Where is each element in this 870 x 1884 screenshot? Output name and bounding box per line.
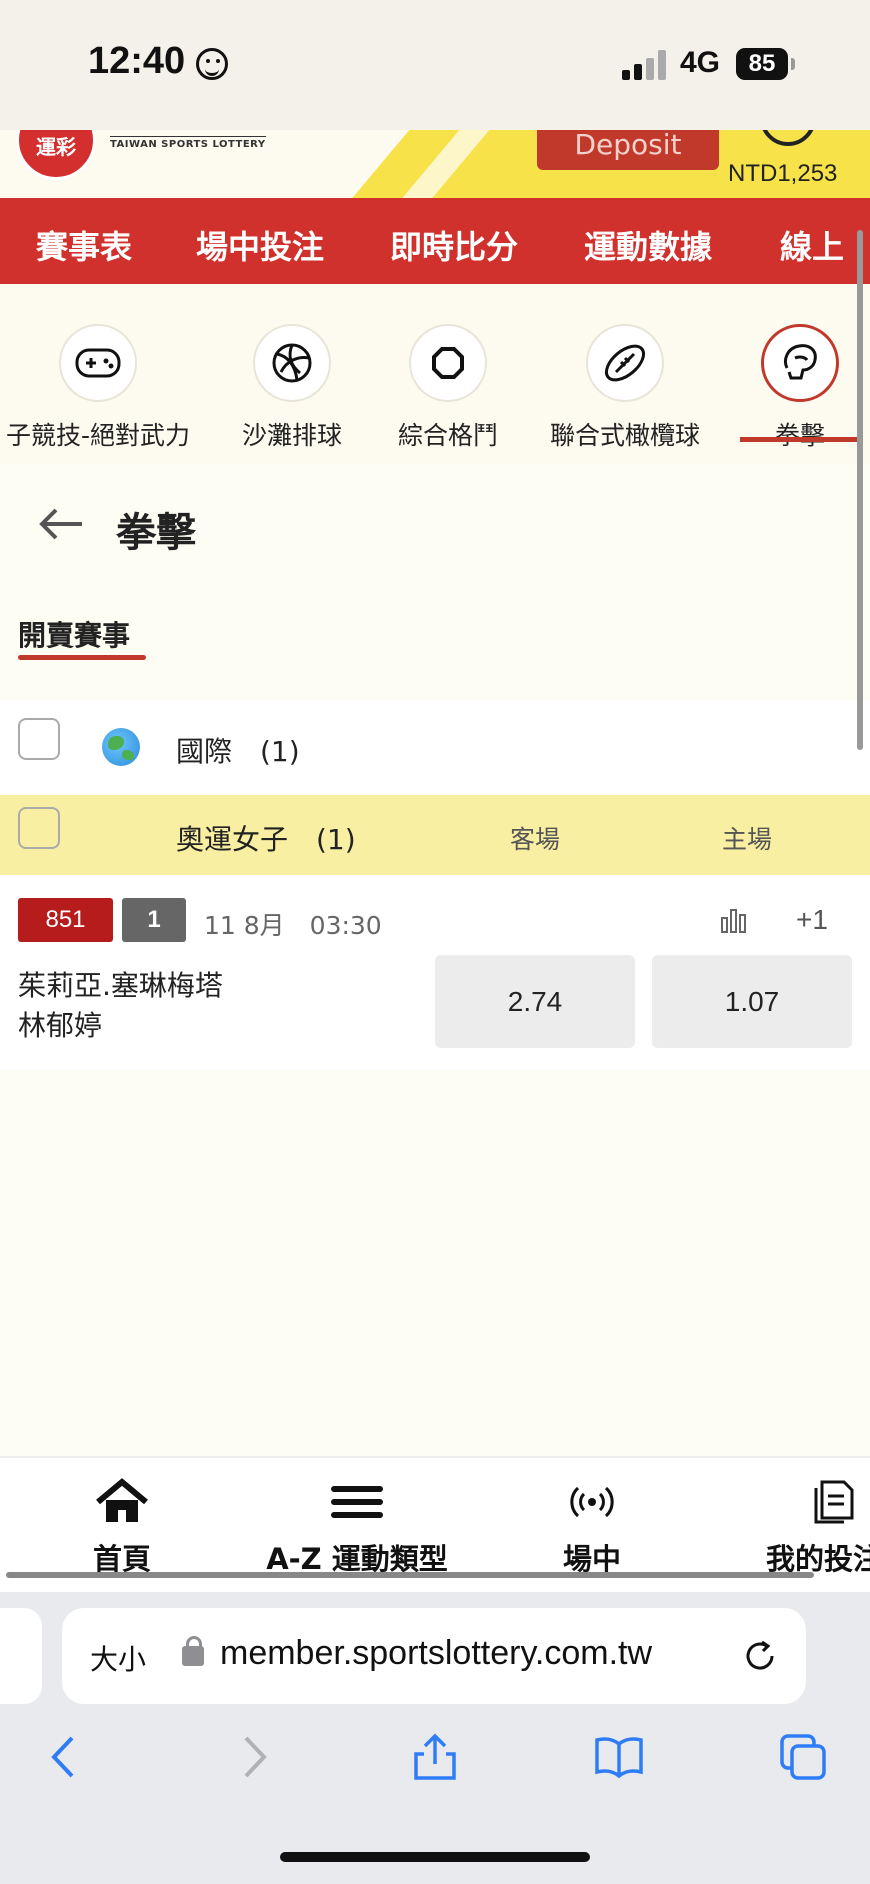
network-type: 4G [680, 46, 721, 79]
menu-icon [331, 1486, 383, 1518]
category-esports[interactable]: 子競技-絕對武力 [0, 324, 198, 452]
match-datetime: 11 8月 03:30 [204, 911, 382, 940]
battery-icon: 85 [736, 48, 788, 80]
nav-item-sports-data[interactable]: 運動數據 [584, 222, 712, 268]
share-icon[interactable] [410, 1732, 460, 1782]
gamepad-icon [59, 324, 137, 402]
active-category-indicator [740, 437, 860, 442]
volleyball-icon [253, 324, 331, 402]
region-checkbox[interactable] [18, 718, 60, 760]
account-balance: NTD1,253 [728, 160, 838, 187]
more-markets-link[interactable]: +1 [796, 904, 828, 936]
previous-tab-edge[interactable] [0, 1608, 42, 1704]
category-beach-volleyball[interactable]: 沙灘排球 [232, 324, 352, 452]
smiley-icon [196, 48, 228, 80]
league-checkbox[interactable] [18, 807, 60, 849]
stats-icon[interactable] [720, 906, 748, 934]
nav-item-online[interactable]: 線上 [780, 222, 844, 268]
league-label: 奧運女子 (1) [176, 823, 356, 856]
status-time: 12:40 [88, 40, 186, 82]
site-header: 運彩 TAIWAN SPORTS LOTTERY Deposit NTD1,25… [0, 130, 870, 198]
forward-icon[interactable] [228, 1732, 278, 1782]
back-icon[interactable] [40, 1732, 90, 1782]
odds-button-home[interactable]: 1.07 [652, 955, 852, 1048]
active-tab-indicator [18, 655, 146, 660]
column-home: 主場 [722, 825, 773, 854]
team-away-name: 茱莉亞.塞琳梅塔 [18, 969, 223, 1002]
category-rugby-union[interactable]: 聯合式橄欖球 [540, 324, 710, 452]
main-nav: 賽事表 場中投注 即時比分 運動數據 線上 [0, 198, 870, 284]
lock-icon [182, 1636, 204, 1666]
nav-item-schedule[interactable]: 賽事表 [36, 222, 132, 268]
back-arrow-icon[interactable] [36, 506, 86, 542]
documents-icon [814, 1480, 854, 1524]
nav-item-live-betting[interactable]: 場中投注 [196, 222, 324, 268]
status-bar: 12:40 4G 85 [0, 0, 870, 130]
tabs-icon[interactable] [778, 1732, 828, 1782]
match-number-badge: 1 [122, 898, 186, 942]
bookmarks-icon[interactable] [594, 1732, 644, 1782]
page-scrollbar[interactable] [857, 230, 863, 750]
signal-icon [622, 50, 668, 80]
team-home-name: 林郁婷 [18, 1009, 103, 1042]
octagon-icon [409, 324, 487, 402]
region-label: 國際 (1) [176, 735, 300, 768]
column-away: 客場 [510, 825, 561, 854]
tab-home[interactable]: 首頁 [62, 1478, 182, 1578]
deposit-button[interactable]: Deposit [537, 130, 719, 170]
match-id-badge: 851 [18, 898, 113, 942]
reload-icon[interactable] [740, 1636, 780, 1676]
globe-icon [102, 728, 140, 766]
sport-category-bar: 子競技-絕對武力 沙灘排球 綜合格鬥 聯合式橄欖球 拳擊 [0, 284, 870, 464]
brand-name: TAIWAN SPORTS LOTTERY [110, 136, 266, 150]
tab-live[interactable]: 場中 [532, 1478, 652, 1578]
text-size-button[interactable]: 大小 [90, 1638, 146, 1678]
broadcast-icon [570, 1486, 614, 1518]
nav-item-live-scores[interactable]: 即時比分 [390, 222, 518, 268]
rugby-ball-icon [586, 324, 664, 402]
home-icon [96, 1478, 148, 1522]
tab-a-z-sports[interactable]: A-Z 運動類型 [262, 1478, 452, 1578]
horizontal-scrollbar[interactable] [6, 1572, 814, 1578]
url-text[interactable]: member.sportslottery.com.tw [220, 1634, 652, 1673]
category-mma[interactable]: 綜合格鬥 [388, 324, 508, 452]
odds-button-away[interactable]: 2.74 [435, 955, 635, 1048]
tab-my-bets[interactable]: 我的投注 [762, 1478, 870, 1578]
tab-open-events[interactable]: 開賣賽事 [18, 614, 130, 654]
category-boxing[interactable]: 拳擊 [740, 324, 860, 452]
boxing-glove-icon [761, 324, 839, 402]
home-indicator[interactable] [280, 1852, 590, 1862]
page-title: 拳擊 [116, 510, 196, 556]
logo[interactable]: 運彩 [16, 130, 96, 180]
